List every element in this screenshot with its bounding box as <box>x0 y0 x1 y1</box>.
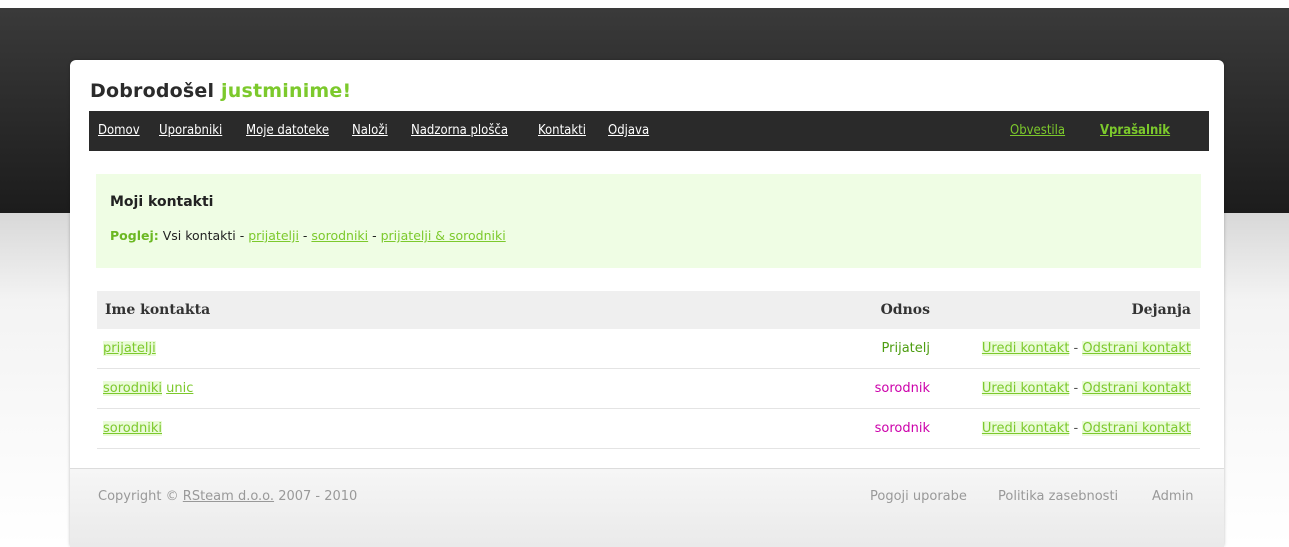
header-actions: Dejanja <box>1131 302 1192 318</box>
view-link-friends[interactable]: prijatelji <box>248 228 299 243</box>
footer-terms-link[interactable]: Pogoji uporabe <box>870 489 967 504</box>
table-row: sorodniki sorodnik Uredi kontakt - Odstr… <box>97 409 1200 449</box>
main-container: Dobrodošel justminime! Domov Uporabniki … <box>70 60 1224 547</box>
view-filter: Poglej: Vsi kontakti - prijatelji - soro… <box>110 228 506 243</box>
contact-link[interactable]: sorodniki <box>103 381 162 396</box>
contact-name: sorodniki unic <box>103 381 193 396</box>
table-row: prijatelji Prijatelj Uredi kontakt - Ods… <box>97 329 1200 369</box>
edit-contact-link[interactable]: Uredi kontakt <box>981 341 1070 356</box>
copyright: Copyright © RSteam d.o.o. 2007 - 2010 <box>98 489 357 504</box>
footer-admin-link[interactable]: Admin <box>1152 489 1193 504</box>
username: justminime! <box>221 80 352 102</box>
nav-upload[interactable]: Naloži <box>352 123 388 138</box>
nav-logout[interactable]: Odjava <box>608 123 649 138</box>
remove-contact-link[interactable]: Odstrani kontakt <box>1082 381 1191 396</box>
nav-home[interactable]: Domov <box>98 123 140 138</box>
nav-users[interactable]: Uporabniki <box>159 123 222 138</box>
top-navigation: Domov Uporabniki Moje datoteke Naloži Na… <box>89 111 1209 151</box>
separator: - <box>235 228 249 243</box>
contact-link[interactable]: sorodniki <box>103 421 162 436</box>
contacts-section: Moji kontakti Poglej: Vsi kontakti - pri… <box>96 174 1201 268</box>
contact-relation: Prijatelj <box>881 341 930 356</box>
remove-contact-link[interactable]: Odstrani kontakt <box>1082 341 1191 356</box>
view-current: Vsi kontakti <box>162 228 236 243</box>
nav-contacts[interactable]: Kontakti <box>538 123 586 138</box>
header-contact-name: Ime kontakta <box>105 302 211 318</box>
edit-contact-link[interactable]: Uredi kontakt <box>981 421 1070 436</box>
view-label: Poglej: <box>110 228 159 243</box>
separator: - <box>1069 341 1083 356</box>
contacts-table: Ime kontakta Odnos Dejanja prijatelji Pr… <box>97 291 1200 449</box>
nav-notifications[interactable]: Obvestila <box>1010 123 1065 138</box>
nav-questionnaire[interactable]: Vprašalnik <box>1100 123 1170 138</box>
row-actions: Uredi kontakt - Odstrani kontakt <box>981 381 1191 396</box>
welcome-heading: Dobrodošel justminime! <box>90 80 351 102</box>
footer-privacy-link[interactable]: Politika zasebnosti <box>998 489 1118 504</box>
footer: Copyright © RSteam d.o.o. 2007 - 2010 Po… <box>70 468 1224 547</box>
table-row: sorodniki unic sorodnik Uredi kontakt - … <box>97 369 1200 409</box>
edit-contact-link[interactable]: Uredi kontakt <box>981 381 1070 396</box>
row-actions: Uredi kontakt - Odstrani kontakt <box>981 341 1191 356</box>
separator: - <box>1069 421 1083 436</box>
nav-my-files[interactable]: Moje datoteke <box>246 123 329 138</box>
contact-relation: sorodnik <box>874 381 930 396</box>
row-actions: Uredi kontakt - Odstrani kontakt <box>981 421 1191 436</box>
copyright-prefix: Copyright © <box>98 489 179 504</box>
copyright-years: 2007 - 2010 <box>278 489 358 504</box>
header-relation: Odnos <box>880 302 930 318</box>
contact-link-extra[interactable]: unic <box>166 381 193 396</box>
contact-name: sorodniki <box>103 421 162 436</box>
view-link-friends-relatives[interactable]: prijatelji & sorodniki <box>381 228 506 243</box>
contact-link[interactable]: prijatelji <box>103 341 156 356</box>
contact-name: prijatelji <box>103 341 156 356</box>
welcome-text: Dobrodošel <box>90 80 215 102</box>
company-link[interactable]: RSteam d.o.o. <box>183 489 274 504</box>
remove-contact-link[interactable]: Odstrani kontakt <box>1082 421 1191 436</box>
separator: - <box>368 228 381 243</box>
nav-dashboard[interactable]: Nadzorna plošča <box>411 123 508 138</box>
section-title: Moji kontakti <box>110 194 214 210</box>
separator: - <box>298 228 312 243</box>
view-link-relatives[interactable]: sorodniki <box>311 228 368 243</box>
contact-relation: sorodnik <box>874 421 930 436</box>
separator: - <box>1069 381 1083 396</box>
table-header: Ime kontakta Odnos Dejanja <box>97 291 1200 329</box>
